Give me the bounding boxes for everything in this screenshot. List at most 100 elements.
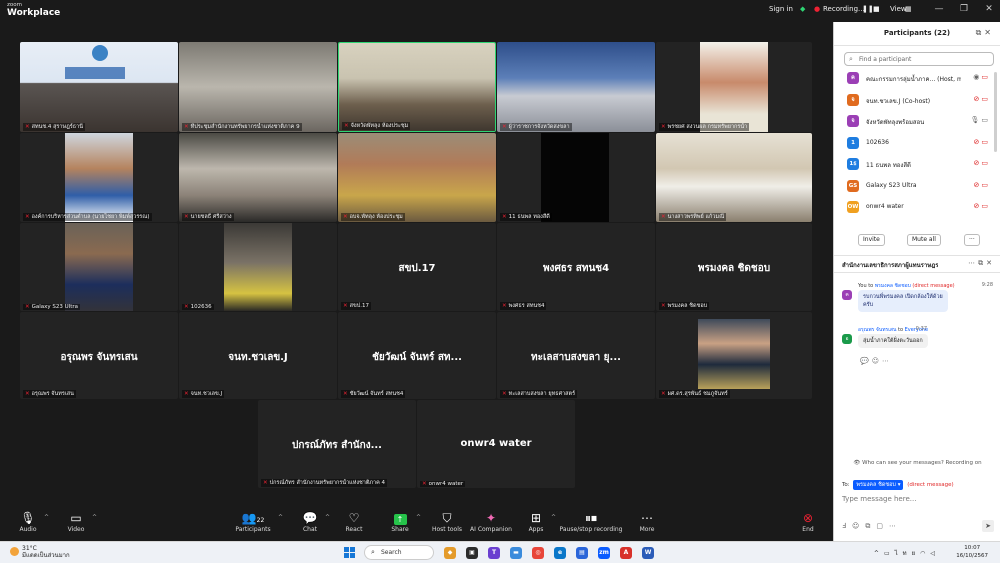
chrome-icon[interactable]: ◎ xyxy=(532,547,544,559)
chat-privacy-notice[interactable]: Who can see your messages? Recording on xyxy=(862,460,982,466)
file-icon[interactable]: ▢ xyxy=(876,522,889,530)
more-button[interactable]: ⋯ More xyxy=(619,510,675,533)
stop-recording-icon[interactable]: ■ xyxy=(873,5,880,13)
video-tile[interactable]: ✕ ผู้ว่าราชการจังหวัดสงขลา xyxy=(497,42,655,132)
participants-button[interactable]: 👥22 Participants xyxy=(225,510,281,533)
taskbar-search[interactable]: ⌕ Search xyxy=(364,545,434,560)
task-view-icon[interactable]: ▣ xyxy=(466,547,478,559)
more-options-button[interactable]: ··· xyxy=(964,234,980,246)
participant-row[interactable]: OW onwr4 water ⊘▭ xyxy=(834,197,994,219)
participant-row[interactable]: จ จังหวัดพัทลุงพร้อมสอน 🎙▭ xyxy=(834,111,994,133)
language-indicator[interactable]: ไทย xyxy=(895,550,921,557)
video-tile[interactable]: จนท.ชวเลข.J ✕ จนท.ชวเลข.J xyxy=(179,312,337,399)
camera-icon[interactable]: ▭ xyxy=(981,73,990,81)
video-tile[interactable]: ✕ 102636 xyxy=(179,223,337,311)
video-tile[interactable]: พรมงคล ชิดชอบ ✕ พรมงคล ชิดชอบ xyxy=(656,223,812,311)
video-tile[interactable]: ทะเลสาบสงขลา ยุ... ✕ ทะเลสาบสงขลา ยุทธศาส… xyxy=(497,312,655,399)
camera-off-icon[interactable]: ▭ xyxy=(981,95,990,103)
windows-start-icon[interactable] xyxy=(344,547,356,559)
shield-icon[interactable]: ◆ xyxy=(800,5,805,13)
video-tile[interactable]: ✕ องค์การบริหารส่วนตำบล (นายไชยา พิมพ์สุว… xyxy=(20,133,178,222)
video-tile[interactable]: ✕ ผศ.ดร.สุรพันธ์ ชมภูจันทร์ xyxy=(656,312,812,399)
message-recipient[interactable]: พรมงคล ชิดชอบ xyxy=(875,283,911,289)
edge-icon[interactable]: e xyxy=(554,547,566,559)
emoji-react-icon[interactable]: ☺ xyxy=(872,357,882,365)
participant-scrollbar[interactable] xyxy=(994,72,997,152)
video-tile[interactable]: ✕ ที่ประชุมสำนักงานทรัพยากรน้ำแห่งชาติภาค… xyxy=(179,42,337,132)
participant-row[interactable]: 1ธ 11 ธนพล ทองสีดี ⊘▭ xyxy=(834,154,994,176)
format-icon[interactable]: Ⅎ xyxy=(842,522,852,530)
camera-off-icon[interactable]: ▭ xyxy=(981,202,990,210)
maximize-icon[interactable]: ❐ xyxy=(957,4,971,16)
video-tile[interactable]: ✕ Galaxy S23 Ultra xyxy=(20,223,178,311)
participant-row[interactable]: 1 102636 ⊘▭ xyxy=(834,133,994,155)
video-tile[interactable]: อรุณพร จันทรเสน ✕ อรุณพร จันทรเสน xyxy=(20,312,178,399)
mic-icon[interactable]: 🎙 xyxy=(970,116,981,124)
participant-row[interactable]: จ จนท.ชวเลข.J (Co-host) ⊘▭ xyxy=(834,90,994,112)
message-sender[interactable]: อรุณพร จันทรเสน xyxy=(858,327,896,333)
banner-shape xyxy=(65,67,125,79)
popout-icon[interactable]: ⧉ xyxy=(976,28,985,37)
power-icon[interactable]: ▭ xyxy=(884,550,895,557)
chat-message[interactable]: อ อรุณพร จันทรเสน to Everyone 9:37 ลุ่มน… xyxy=(842,326,997,356)
participant-row[interactable]: GS Galaxy S23 Ultra ⊘▭ xyxy=(834,176,994,198)
more-dots-icon[interactable]: ⋯ xyxy=(882,357,892,365)
word-icon[interactable]: W xyxy=(642,547,654,559)
popout-icon[interactable]: ⧉ xyxy=(978,259,986,267)
emoji-icon[interactable]: ☺ xyxy=(852,522,865,530)
tile-center-name: อรุณพร จันทรเสน xyxy=(60,352,138,363)
pause-recording-icon[interactable]: ❚❚ xyxy=(862,5,874,13)
volume-icon[interactable]: ◁ xyxy=(930,550,940,557)
recording-status[interactable]: Recording... xyxy=(823,5,865,13)
screenshot-icon[interactable]: ⧉ xyxy=(865,522,876,530)
teams-icon[interactable]: T xyxy=(488,547,500,559)
system-clock[interactable]: 10:07 16/10/2567 xyxy=(956,544,988,560)
video-tile[interactable]: พงศธร สทนช4 ✕ พงศธร สทนช4 xyxy=(497,223,655,311)
camera-icon[interactable]: ▭ xyxy=(981,116,990,124)
participant-row[interactable]: ค คณะกรรมการลุ่มน้ำภาค... (Host, me) ◉▭ xyxy=(834,68,994,90)
sign-in-link[interactable]: Sign in xyxy=(769,5,793,13)
pdf-icon[interactable]: A xyxy=(620,547,632,559)
minimize-icon[interactable]: — xyxy=(932,4,946,16)
camera-off-icon[interactable]: ▭ xyxy=(981,159,990,167)
weather-widget[interactable]: 31°C มีแดดเป็นส่วนมาก xyxy=(10,545,70,559)
chevron-up-icon[interactable]: ^ xyxy=(874,550,884,557)
video-tile[interactable]: ✕ สทนช.4 สุราษฎร์ธานี xyxy=(20,42,178,132)
store-icon[interactable]: ▤ xyxy=(576,547,588,559)
video-tile[interactable]: ✕ นายชลธี ศรีสว่าง xyxy=(179,133,337,222)
video-tile[interactable]: ✕ 11 ธนพล ทองสีดี xyxy=(497,133,655,222)
end-button[interactable]: ⊗ End xyxy=(780,510,836,533)
close-icon[interactable]: ✕ xyxy=(984,28,994,37)
camera-off-icon[interactable]: ▭ xyxy=(981,181,990,189)
mute-all-button[interactable]: Mute all xyxy=(907,234,941,246)
video-tile[interactable]: ✕ พรชยศ สงวนผล กรมทรัพยากรน้ำ xyxy=(656,42,812,132)
comment-icon[interactable]: 💬 xyxy=(860,357,872,365)
more-dots-icon[interactable]: ⋯ xyxy=(889,522,902,530)
chat-message-input[interactable]: Type message here... xyxy=(842,495,916,503)
chevron-up-icon[interactable]: ^ xyxy=(92,514,97,521)
video-tile[interactable]: ✕ นางสาวพรทิพย์ แก้วมณี xyxy=(656,133,812,222)
file-explorer-icon[interactable]: ▬ xyxy=(510,547,522,559)
video-tile-active-speaker[interactable]: ✕ จังหวัดพัทลุง ห้องประชุม xyxy=(338,42,496,132)
video-tile[interactable]: ชัยวัฒน์ จันทร์ สท... ✕ ชัยวัฒน์ จันทร์ ส… xyxy=(338,312,496,399)
camera-off-icon[interactable]: ▭ xyxy=(981,138,990,146)
weather-desc: มีแดดเป็นส่วนมาก xyxy=(22,552,70,559)
video-tile[interactable]: ปกรณ์ภัทร สำนักง... ✕ ปกรณ์ภัทร สำนักงานท… xyxy=(258,400,416,488)
video-tile[interactable]: สขป.17 ✕ สขป.17 xyxy=(338,223,496,311)
video-tile[interactable]: ✕ อบจ.พัทลุง ห้องประชุม xyxy=(338,133,496,222)
tile-name: 102636 xyxy=(190,304,212,310)
more-dots-icon[interactable]: ⋯ xyxy=(968,259,978,267)
close-icon[interactable]: ✕ xyxy=(986,259,995,267)
send-icon[interactable]: ➤ xyxy=(982,520,994,532)
wifi-icon[interactable]: ◠ xyxy=(920,550,930,557)
close-icon[interactable]: ✕ xyxy=(982,4,996,16)
video-tile[interactable]: onwr4 water ✕ onwr4 water xyxy=(417,400,575,488)
zoom-app-icon[interactable]: zm xyxy=(598,547,610,559)
invite-button[interactable]: Invite xyxy=(858,234,885,246)
view-grid-icon[interactable]: ▦ xyxy=(905,5,912,13)
photo-app-icon[interactable]: ◆ xyxy=(444,547,456,559)
recipient-dropdown[interactable]: พรมงคล ชิดชอบ ▾ xyxy=(853,480,904,490)
participant-search-input[interactable]: ⌕ Find a participant xyxy=(844,52,994,66)
recording-controls[interactable]: ⏸⏹ Pause/stop recording xyxy=(556,510,626,533)
chat-message[interactable]: ค You to พรมงคล ชิดชอบ (direct message) … xyxy=(842,282,997,324)
